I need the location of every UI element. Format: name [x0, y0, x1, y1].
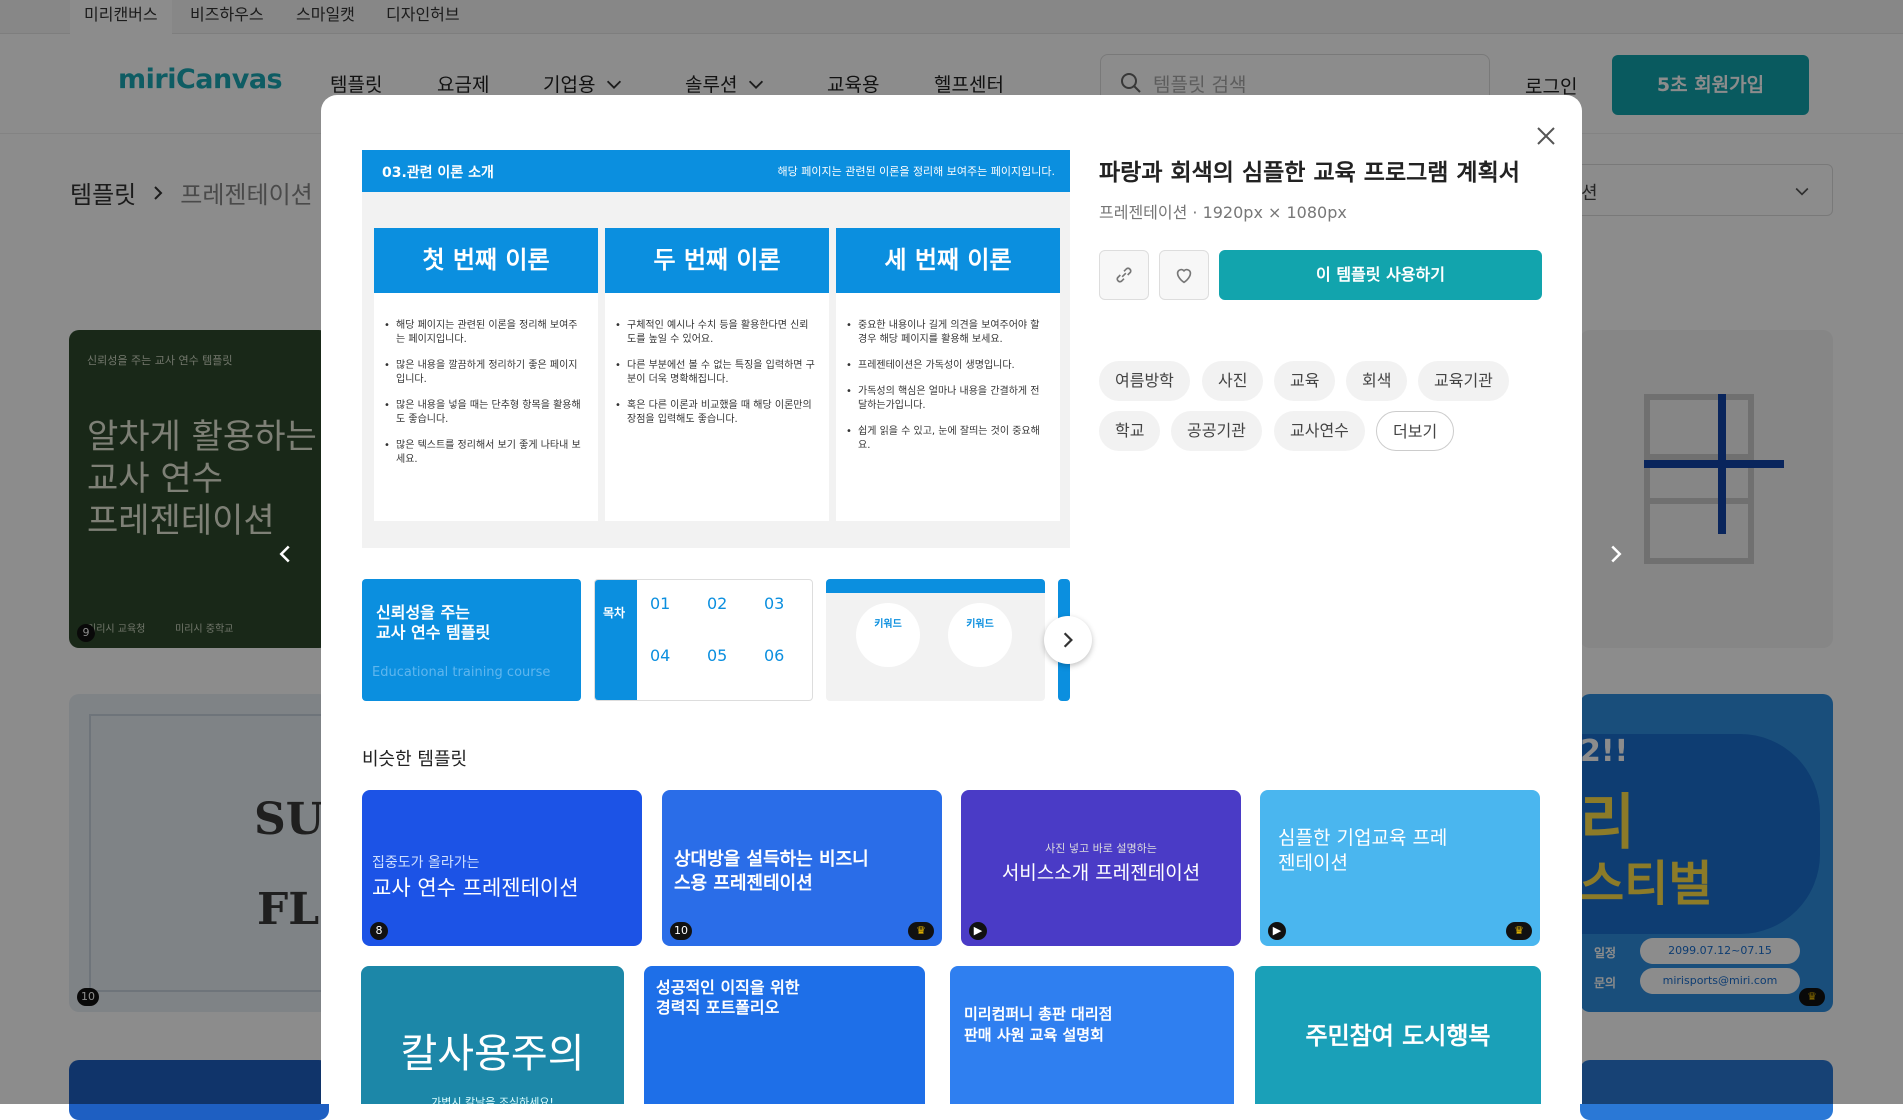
card-title: 주민참여 도시행복 [1305, 1022, 1491, 1050]
thumbnail-next-button[interactable] [1044, 616, 1092, 664]
keyword-circle: 키워드 [948, 603, 1012, 667]
crown-icon: ♛ [1506, 922, 1532, 940]
column-item: 쉽게 읽을 수 있고, 눈에 잘띄는 것이 중요해요. [846, 425, 1048, 453]
preview-image: 03.관련 이론 소개 해당 페이지는 관련된 이론을 정리해 보여주는 페이지… [362, 150, 1070, 548]
similar-template-card[interactable]: 집중도가 올라가는 교사 연수 프레젠테이션 8 [362, 790, 642, 946]
card-title: 상대방을 설득하는 비즈니스용 프레젠테이션 [674, 849, 869, 894]
carousel-next-button[interactable] [1592, 530, 1640, 578]
column-item: 혹은 다른 이론과 비교했을 때 해당 이론만의 장점을 입력해도 좋습니다. [615, 399, 817, 427]
column-item: 다른 부분에선 볼 수 없는 특징을 입력하면 구분이 더욱 명확해집니다. [615, 359, 817, 387]
toc-number: 05 [707, 646, 728, 665]
carousel-prev-button[interactable] [261, 530, 309, 578]
column-item: 프레젠테이션은 가독성이 생명입니다. [846, 359, 1048, 373]
close-button[interactable] [1531, 121, 1561, 151]
play-icon: ▶ [1268, 922, 1286, 940]
similar-template-card[interactable]: 성공적인 이직을 위한 경력직 포트폴리오 [644, 966, 925, 1104]
similar-template-card[interactable]: 미리컴퍼니 총판 대리점 판매 사원 교육 설명회 [950, 966, 1234, 1104]
tag[interactable]: 여름방학 [1099, 361, 1190, 401]
card-subtitle: 사진 넣고 바로 설명하는 [1045, 842, 1157, 855]
use-template-button[interactable]: 이 템플릿 사용하기 [1219, 250, 1542, 300]
tag[interactable]: 회색 [1346, 361, 1408, 401]
column-item: 많은 내용을 넣을 때는 단추형 항목을 활용해도 좋습니다. [384, 399, 586, 427]
column-item: 해당 페이지는 관련된 이론을 정리해 보여주는 페이지입니다. [384, 319, 586, 347]
toc-number: 04 [650, 646, 671, 665]
column-item: 많은 텍스트를 정리해서 보기 좋게 나타내 보세요. [384, 439, 586, 467]
preview-column: 세 번째 이론 중요한 내용이나 길게 의견을 보여주어야 할 경우 해당 페이… [836, 228, 1060, 521]
page-count-badge: 10 [670, 922, 692, 940]
copy-link-button[interactable] [1099, 250, 1149, 300]
tag[interactable]: 교육 [1274, 361, 1336, 401]
thumbnail-2[interactable]: 목차 01 02 03 04 05 06 [594, 579, 813, 701]
column-title: 세 번째 이론 [836, 228, 1060, 293]
chevron-left-icon [279, 545, 290, 563]
chevron-right-icon [1063, 632, 1073, 648]
similar-template-card[interactable]: 상대방을 설득하는 비즈니스용 프레젠테이션 10 ♛ [662, 790, 942, 946]
thumbnail-3[interactable]: 키워드 키워드 [826, 579, 1045, 701]
column-title: 두 번째 이론 [605, 228, 829, 293]
link-icon [1116, 267, 1132, 283]
preview-column: 첫 번째 이론 해당 페이지는 관련된 이론을 정리해 보여주는 페이지입니다.… [374, 228, 598, 521]
thumbnail-subtitle: Educational training course [372, 665, 551, 680]
tag[interactable]: 교사연수 [1274, 411, 1365, 451]
toc-number: 02 [707, 594, 728, 613]
heart-icon [1176, 268, 1192, 284]
column-item: 가독성의 핵심은 얼마나 내용을 간결하게 전달하는가입니다. [846, 385, 1048, 413]
keyword-circle: 키워드 [856, 603, 920, 667]
chevron-right-icon [1611, 545, 1622, 563]
toc-number: 06 [764, 646, 785, 665]
crown-icon: ♛ [908, 922, 934, 940]
thumbnail-label: 목차 [595, 580, 637, 700]
template-title: 파랑과 회색의 심플한 교육 프로그램 계획서 [1099, 160, 1520, 186]
toc-number: 03 [764, 594, 785, 613]
template-subtitle: 프레젠테이션 · 1920px × 1080px [1099, 203, 1347, 222]
similar-heading: 비슷한 템플릿 [362, 749, 468, 770]
play-icon: ▶ [969, 922, 987, 940]
column-item: 구체적인 예시나 수치 등을 활용한다면 신뢰도를 높일 수 있어요. [615, 319, 817, 347]
card-title: 성공적인 이직을 위한 경력직 포트폴리오 [656, 978, 800, 1017]
thumbnail-1[interactable]: 신뢰성을 주는 교사 연수 템플릿 Educational training co… [362, 579, 581, 701]
card-title: 서비스소개 프레젠테이션 [1001, 862, 1201, 884]
card-title: 미리컴퍼니 총판 대리점 판매 사원 교육 설명회 [964, 1005, 1113, 1044]
column-item: 많은 내용을 깔끔하게 정리하기 좋은 페이지입니다. [384, 359, 586, 387]
thumbnail-title: 신뢰성을 주는 교사 연수 템플릿 [376, 603, 491, 642]
card-title: 교사 연수 프레젠테이션 [372, 876, 579, 900]
preview-header-desc: 해당 페이지는 관련된 이론을 정리해 보여주는 페이지입니다. [777, 165, 1055, 178]
tag[interactable]: 공공기관 [1171, 411, 1262, 451]
more-tags-button[interactable]: 더보기 [1376, 411, 1455, 451]
column-title: 첫 번째 이론 [374, 228, 598, 293]
tag[interactable]: 사진 [1202, 361, 1264, 401]
card-subtitle: 가볍시 칼날을 조심하세요! [431, 1096, 554, 1104]
similar-template-card[interactable]: 사진 넣고 바로 설명하는 서비스소개 프레젠테이션 ▶ [961, 790, 1241, 946]
preview-column: 두 번째 이론 구체적인 예시나 수치 등을 활용한다면 신뢰도를 높일 수 있… [605, 228, 829, 521]
card-title: 칼사용주의 [400, 1031, 585, 1077]
column-item: 중요한 내용이나 길게 의견을 보여주어야 할 경우 해당 페이지를 활용해 보… [846, 319, 1048, 347]
card-title: 심플한 기업교육 프레젠테이션 [1278, 827, 1448, 874]
close-icon [1537, 127, 1555, 145]
similar-template-card[interactable]: 심플한 기업교육 프레젠테이션 ▶ ♛ [1260, 790, 1540, 946]
preview-header-title: 03.관련 이론 소개 [382, 165, 494, 181]
template-detail-modal: 03.관련 이론 소개 해당 페이지는 관련된 이론을 정리해 보여주는 페이지… [321, 95, 1582, 1104]
card-subtitle: 집중도가 올라가는 [372, 855, 480, 871]
page-count-badge: 8 [370, 922, 388, 940]
similar-template-card[interactable]: 칼사용주의 가볍시 칼날을 조심하세요! [361, 966, 624, 1104]
like-button[interactable] [1159, 250, 1209, 300]
preview-header: 03.관련 이론 소개 해당 페이지는 관련된 이론을 정리해 보여주는 페이지… [362, 150, 1070, 192]
tag[interactable]: 학교 [1099, 411, 1161, 451]
toc-number: 01 [650, 594, 671, 613]
similar-template-card[interactable]: 주민참여 도시행복 [1255, 966, 1541, 1104]
tag[interactable]: 교육기관 [1418, 361, 1509, 401]
